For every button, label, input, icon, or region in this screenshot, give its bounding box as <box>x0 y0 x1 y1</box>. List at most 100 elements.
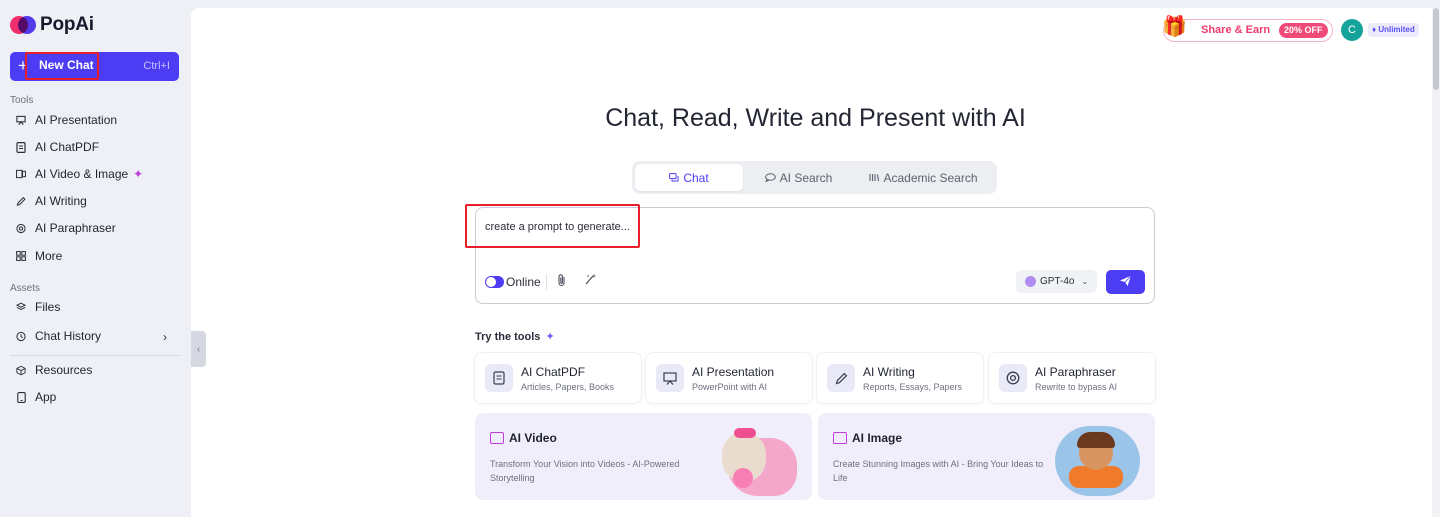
toggle-knob <box>486 277 496 287</box>
sidebar-item-ai-video-image[interactable]: AI Video & Image ✦ <box>16 164 143 184</box>
sidebar-item-chat-history[interactable]: Chat History <box>16 326 101 346</box>
tool-card-subtitle: PowerPoint with AI <box>692 382 768 392</box>
ai-image-illustration <box>1055 426 1140 496</box>
model-selector[interactable]: GPT-4o ⌄ <box>1016 270 1097 293</box>
popai-logo-icon <box>10 14 36 36</box>
avatar[interactable]: C <box>1341 19 1363 41</box>
tool-card-ai-presentation[interactable]: AI Presentation PowerPoint with AI <box>646 353 812 403</box>
document-icon <box>16 141 26 153</box>
chevron-right-icon[interactable]: › <box>163 330 167 344</box>
paraphrase-icon <box>16 223 26 233</box>
sparkle-icon: ✦ <box>133 167 144 181</box>
sidebar-item-label: More <box>35 249 63 263</box>
paperclip-icon[interactable] <box>557 273 567 290</box>
pen-icon <box>16 196 26 206</box>
tool-card-title: AI Writing <box>863 365 915 379</box>
toolbar-divider <box>546 274 547 290</box>
sidebar-item-ai-paraphraser[interactable]: AI Paraphraser <box>16 218 116 238</box>
sidebar-item-label: Files <box>35 300 61 314</box>
chevron-left-icon: ‹ <box>196 343 201 355</box>
share-earn-button[interactable]: 🎁 Share & Earn 20% OFF <box>1162 16 1333 42</box>
sidebar-item-resources[interactable]: Resources <box>16 360 92 380</box>
model-label: GPT-4o <box>1040 276 1075 287</box>
feature-card-title-row: AI Image <box>833 431 902 445</box>
layers-icon <box>16 302 26 312</box>
image-icon <box>833 432 847 444</box>
new-chat-button[interactable]: + New Chat Ctrl+I <box>10 52 179 81</box>
sidebar-item-ai-chatpdf[interactable]: AI ChatPDF <box>16 137 99 157</box>
mode-tabs: Chat AI Search Academic Search <box>632 161 997 194</box>
scrollbar[interactable] <box>1432 8 1440 517</box>
presentation-icon <box>16 115 26 125</box>
feature-card-description: Create Stunning Images with AI - Bring Y… <box>833 459 1044 483</box>
plan-badge-label: Unlimited <box>1378 25 1415 34</box>
plus-icon: + <box>18 56 28 75</box>
model-icon <box>1025 276 1036 287</box>
feature-card-description: Transform Your Vision into Videos - AI-P… <box>490 459 680 483</box>
clock-icon <box>16 331 26 341</box>
sidebar-item-ai-writing[interactable]: AI Writing <box>16 191 87 211</box>
send-icon <box>1119 275 1132 290</box>
tab-ai-search[interactable]: AI Search <box>747 164 850 191</box>
tab-chat[interactable]: Chat <box>635 164 743 191</box>
sidebar-item-more[interactable]: More <box>16 246 62 266</box>
tool-card-title: AI Paraphraser <box>1035 365 1116 379</box>
feature-card-ai-video[interactable]: AI Video Transform Your Vision into Vide… <box>475 413 812 500</box>
send-button[interactable] <box>1106 270 1145 294</box>
tool-card-ai-paraphraser[interactable]: AI Paraphraser Rewrite to bypass AI <box>989 353 1155 403</box>
search-bubble-icon <box>764 171 776 185</box>
feature-card-ai-image[interactable]: AI Image Create Stunning Images with AI … <box>818 413 1155 500</box>
sidebar-item-files[interactable]: Files <box>16 297 60 317</box>
feature-card-title: AI Image <box>852 431 903 445</box>
tool-card-ai-chatpdf[interactable]: AI ChatPDF Articles, Papers, Books <box>475 353 641 403</box>
presentation-icon <box>656 364 684 392</box>
online-toggle[interactable] <box>485 276 504 288</box>
tab-label: Academic Search <box>883 170 978 185</box>
chevron-down-icon: ⌄ <box>1081 277 1089 286</box>
tab-label: Chat <box>683 170 709 185</box>
collapse-sidebar-handle[interactable]: ‹ <box>191 331 206 367</box>
tool-card-subtitle: Rewrite to bypass AI <box>1035 382 1118 392</box>
feature-card-title: AI Video <box>509 431 557 445</box>
tools-section-title: Tools <box>10 95 34 106</box>
sparkle-icon: ✦ <box>542 331 555 343</box>
sidebar-item-label: AI Paraphraser <box>35 221 116 235</box>
pen-icon <box>827 364 855 392</box>
try-tools-heading: Try the tools ✦ <box>475 330 555 343</box>
sidebar-divider <box>10 355 180 356</box>
cube-icon <box>16 365 26 375</box>
ai-video-illustration <box>712 426 797 498</box>
sidebar: PopAi + New Chat Ctrl+I Tools AI Present… <box>0 0 190 517</box>
tab-label: AI Search <box>779 170 833 185</box>
library-icon <box>869 171 880 185</box>
tool-card-ai-writing[interactable]: AI Writing Reports, Essays, Papers <box>817 353 983 403</box>
sidebar-item-label: Resources <box>35 363 93 377</box>
popai-logo[interactable]: PopAi <box>10 14 94 36</box>
sidebar-item-label: AI ChatPDF <box>35 140 100 154</box>
chat-input-text[interactable]: create a prompt to generate... <box>485 221 630 233</box>
try-tools-label: Try the tools <box>475 331 541 343</box>
sidebar-item-label: AI Writing <box>35 194 87 208</box>
assets-section-title: Assets <box>10 283 41 294</box>
tab-academic-search[interactable]: Academic Search <box>856 164 991 191</box>
sidebar-item-ai-presentation[interactable]: AI Presentation <box>16 110 117 130</box>
new-chat-label: New Chat <box>39 58 94 72</box>
sidebar-item-app[interactable]: App <box>16 387 56 407</box>
grid-icon <box>16 251 26 261</box>
video-image-icon <box>16 169 26 179</box>
magic-wand-icon[interactable] <box>584 273 597 288</box>
scrollbar-thumb[interactable] <box>1433 8 1439 90</box>
plan-badge[interactable]: ♦ Unlimited <box>1368 23 1419 37</box>
discount-badge: 20% OFF <box>1279 23 1328 38</box>
brand-name: PopAi <box>40 14 94 35</box>
tool-card-subtitle: Articles, Papers, Books <box>521 382 615 392</box>
paraphrase-icon <box>999 364 1027 392</box>
tool-card-title: AI Presentation <box>692 365 775 379</box>
page-title: Chat, Read, Write and Present with AI <box>605 104 1026 132</box>
tool-card-title: AI ChatPDF <box>521 365 586 379</box>
chat-icon <box>669 171 679 185</box>
share-label: Share & Earn <box>1201 24 1271 36</box>
feature-card-title-row: AI Video <box>490 431 557 445</box>
sidebar-item-label: Chat History <box>35 329 102 343</box>
sidebar-item-label: AI Video & Image <box>35 167 129 181</box>
